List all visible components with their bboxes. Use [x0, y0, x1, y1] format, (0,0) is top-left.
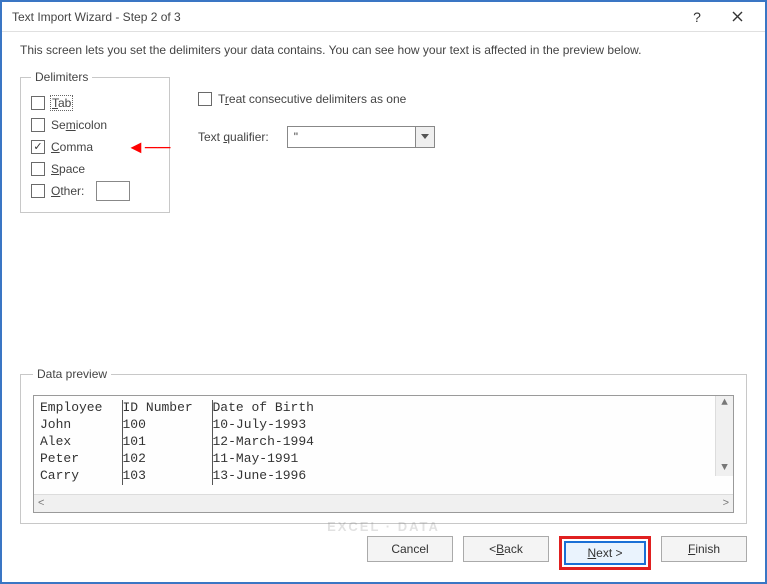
checkbox-tab[interactable]: [31, 96, 45, 110]
table-cell: Carry: [40, 468, 122, 485]
right-options: Treat consecutive delimiters as one Text…: [198, 70, 435, 213]
text-qualifier-combo[interactable]: ": [287, 126, 435, 148]
dialog-body: This screen lets you set the delimiters …: [2, 32, 765, 582]
table-row: Peter 102 11-May-1991: [40, 451, 314, 468]
cancel-button[interactable]: Cancel: [367, 536, 453, 562]
table-cell: Alex: [40, 434, 122, 451]
table-cell: ID Number: [122, 400, 212, 417]
preview-box: Employee ID Number Date of Birth John 10…: [33, 395, 734, 513]
checkbox-semicolon[interactable]: [31, 118, 45, 132]
table-cell: Date of Birth: [212, 400, 314, 417]
checkbox-treat-consecutive-label: Treat consecutive delimiters as one: [218, 92, 406, 106]
checkbox-space[interactable]: [31, 162, 45, 176]
window-title: Text Import Wizard - Step 2 of 3: [12, 10, 677, 24]
next-button-highlight: Next >: [559, 536, 651, 570]
back-button[interactable]: < Back: [463, 536, 549, 562]
preview-table: Employee ID Number Date of Birth John 10…: [40, 400, 314, 485]
other-delimiter-input[interactable]: [96, 181, 130, 201]
checkbox-tab-label: Tab: [51, 96, 72, 110]
help-button[interactable]: ?: [677, 3, 717, 31]
table-cell: John: [40, 417, 122, 434]
checkbox-other[interactable]: [31, 184, 45, 198]
table-row: John 100 10-July-1993: [40, 417, 314, 434]
table-cell: 101: [122, 434, 212, 451]
annotation-arrow-icon: ◄──: [127, 138, 170, 156]
table-row: Alex 101 12-March-1994: [40, 434, 314, 451]
checkbox-comma[interactable]: [31, 140, 45, 154]
treat-consecutive-row[interactable]: Treat consecutive delimiters as one: [198, 92, 435, 106]
checkbox-treat-consecutive[interactable]: [198, 92, 212, 106]
checkbox-semicolon-label: Semicolon: [51, 118, 107, 132]
delimiter-space-row[interactable]: Space: [31, 158, 159, 180]
table-cell: Employee: [40, 400, 122, 417]
vertical-scrollbar[interactable]: ▲ ▼: [715, 396, 733, 476]
table-cell: 103: [122, 468, 212, 485]
close-icon: [732, 11, 743, 22]
chevron-down-icon: [421, 134, 429, 140]
delimiters-legend: Delimiters: [31, 70, 92, 84]
delimiter-other-row[interactable]: Other:: [31, 180, 159, 202]
table-cell: 100: [122, 417, 212, 434]
button-bar: Cancel < Back Next > Finish: [20, 532, 747, 570]
data-preview-group: Data preview Employee ID Number Date of …: [20, 367, 747, 524]
horizontal-scrollbar[interactable]: < >: [34, 494, 733, 512]
text-qualifier-label: Text qualifier:: [198, 130, 269, 144]
checkbox-space-label: Space: [51, 162, 85, 176]
text-qualifier-dropdown-button[interactable]: [415, 126, 435, 148]
checkbox-other-label: Other:: [51, 184, 84, 198]
scroll-right-icon[interactable]: >: [723, 498, 729, 509]
text-qualifier-row: Text qualifier: ": [198, 126, 435, 148]
finish-button[interactable]: Finish: [661, 536, 747, 562]
delimiter-comma-row[interactable]: Comma ◄──: [31, 136, 159, 158]
preview-grid: Employee ID Number Date of Birth John 10…: [34, 396, 733, 494]
table-cell: 10-July-1993: [212, 417, 314, 434]
next-button[interactable]: Next >: [564, 541, 646, 565]
table-cell: Peter: [40, 451, 122, 468]
text-qualifier-value[interactable]: ": [287, 126, 415, 148]
checkbox-comma-label: Comma: [51, 140, 93, 154]
delimiter-semicolon-row[interactable]: Semicolon: [31, 114, 159, 136]
table-row: Employee ID Number Date of Birth: [40, 400, 314, 417]
close-button[interactable]: [717, 3, 757, 31]
scroll-up-icon[interactable]: ▲: [721, 398, 728, 409]
scroll-left-icon[interactable]: <: [38, 498, 44, 509]
delimiter-tab-row[interactable]: Tab: [31, 92, 159, 114]
titlebar: Text Import Wizard - Step 2 of 3 ?: [2, 2, 765, 32]
table-cell: 102: [122, 451, 212, 468]
scroll-down-icon[interactable]: ▼: [721, 463, 728, 474]
table-cell: 11-May-1991: [212, 451, 314, 468]
data-preview-legend: Data preview: [33, 367, 111, 381]
table-row: Carry 103 13-June-1996: [40, 468, 314, 485]
intro-text: This screen lets you set the delimiters …: [20, 42, 747, 58]
table-cell: 12-March-1994: [212, 434, 314, 451]
table-cell: 13-June-1996: [212, 468, 314, 485]
options-row: Delimiters Tab Semicolon Comma ◄── Spac: [20, 70, 747, 213]
delimiters-group: Delimiters Tab Semicolon Comma ◄── Spac: [20, 70, 170, 213]
dialog-window: Text Import Wizard - Step 2 of 3 ? This …: [0, 0, 767, 584]
